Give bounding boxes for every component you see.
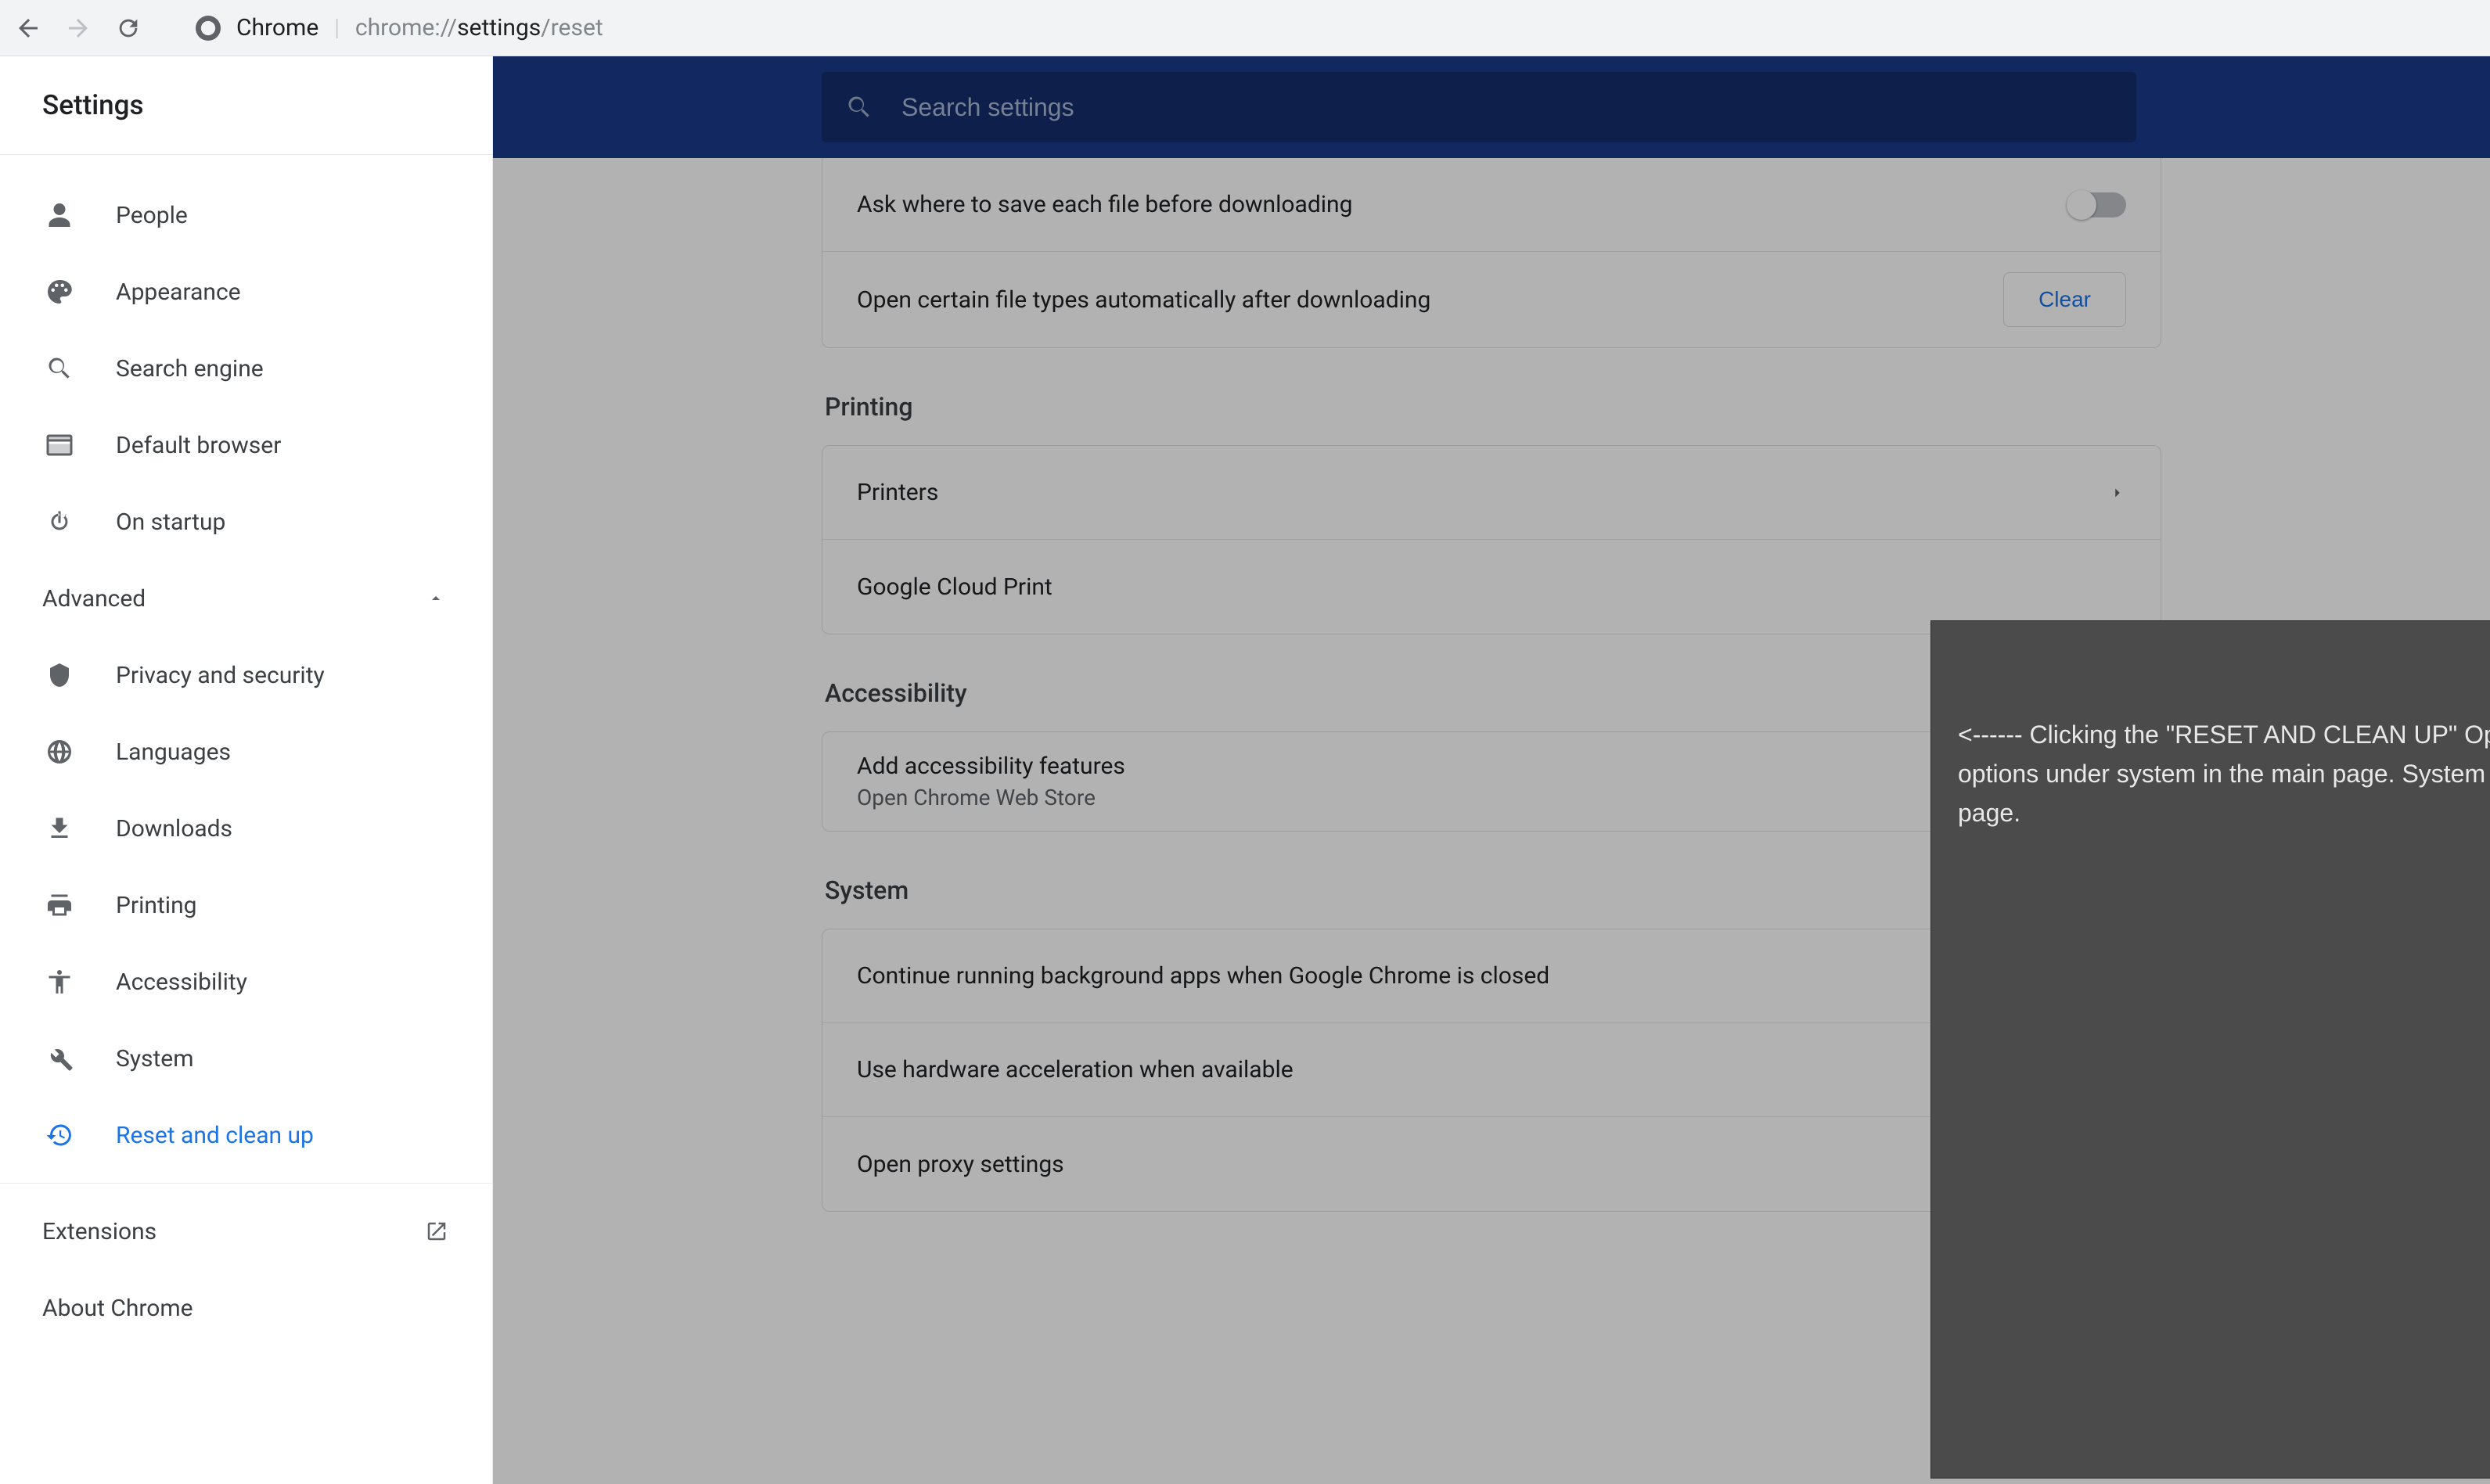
forward-button[interactable] [64, 14, 92, 42]
chevron-up-icon [426, 589, 445, 608]
shield-icon [42, 661, 77, 689]
sidebar-item-label: On startup [116, 508, 225, 536]
download-icon [42, 814, 77, 843]
sidebar-item-languages[interactable]: Languages [0, 713, 492, 790]
settings-sidebar: Settings People Appearance Search engine… [0, 56, 493, 1484]
downloads-card: Ask where to save each file before downl… [822, 158, 2161, 348]
sidebar-item-search-engine[interactable]: Search engine [0, 330, 492, 407]
annotation-text: <------ Clicking the "RESET AND CLEAN UP… [1958, 715, 2490, 832]
back-button[interactable] [14, 14, 42, 42]
site-label: Chrome [236, 14, 318, 41]
sidebar-item-label: Extensions [42, 1218, 157, 1245]
browser-icon [42, 431, 77, 459]
sidebar-item-label: Search engine [116, 355, 264, 383]
external-link-icon [425, 1220, 448, 1243]
sidebar-item-accessibility[interactable]: Accessibility [0, 943, 492, 1020]
person-icon [42, 201, 77, 229]
section-heading-printing: Printing [825, 392, 2161, 422]
toggle-switch[interactable] [2068, 192, 2126, 217]
row-label: Google Cloud Print [857, 573, 1052, 601]
reload-button[interactable] [114, 14, 142, 42]
row-ask-save-location[interactable]: Ask where to save each file before downl… [822, 158, 2161, 252]
sidebar-divider [0, 1183, 492, 1184]
url: chrome://settings/reset [355, 14, 603, 41]
sidebar-item-label: People [116, 202, 188, 229]
row-label: Open certain file types automatically af… [857, 286, 1430, 314]
chevron-right-icon [2109, 484, 2126, 501]
settings-header-bar [493, 56, 2490, 158]
sidebar-item-extensions[interactable]: Extensions [0, 1193, 492, 1270]
print-icon [42, 891, 77, 919]
search-settings-input[interactable] [901, 93, 2113, 122]
sidebar-item-label: Printing [116, 892, 196, 919]
search-icon [845, 93, 873, 121]
printing-card: Printers Google Cloud Print [822, 445, 2161, 634]
omnibox[interactable]: Chrome | chrome://settings/reset [196, 14, 603, 41]
sidebar-item-printing[interactable]: Printing [0, 867, 492, 943]
clear-button[interactable]: Clear [2003, 272, 2126, 327]
sidebar-advanced-section: Privacy and security Languages Downloads… [0, 637, 492, 1173]
row-google-cloud-print[interactable]: Google Cloud Print [822, 540, 2161, 634]
row-label: Continue running background apps when Go… [857, 962, 1549, 990]
sidebar-advanced-toggle[interactable]: Advanced [0, 560, 492, 637]
omnibox-separator: | [334, 14, 340, 41]
sidebar-item-label: About Chrome [42, 1295, 193, 1322]
sidebar-basic-section: People Appearance Search engine Default … [0, 155, 492, 560]
sidebar-item-default-browser[interactable]: Default browser [0, 407, 492, 483]
sidebar-item-label: Languages [116, 738, 231, 766]
row-printers[interactable]: Printers [822, 446, 2161, 540]
sidebar-item-downloads[interactable]: Downloads [0, 790, 492, 867]
browser-toolbar: Chrome | chrome://settings/reset [0, 0, 2490, 56]
row-sublabel: Open Chrome Web Store [857, 785, 1125, 810]
palette-icon [42, 278, 77, 306]
row-auto-open-types: Open certain file types automatically af… [822, 252, 2161, 347]
sidebar-item-appearance[interactable]: Appearance [0, 253, 492, 330]
accessibility-icon [42, 968, 77, 996]
row-label: Ask where to save each file before downl… [857, 191, 1352, 218]
sidebar-item-system[interactable]: System [0, 1020, 492, 1097]
sidebar-item-label: Default browser [116, 432, 281, 459]
sidebar-item-label: Privacy and security [116, 662, 325, 689]
sidebar-title: Settings [0, 56, 492, 155]
sidebar-advanced-label: Advanced [42, 585, 146, 613]
sidebar-item-reset[interactable]: Reset and clean up [0, 1097, 492, 1173]
sidebar-item-about[interactable]: About Chrome [0, 1270, 492, 1346]
search-settings-box[interactable] [822, 72, 2136, 142]
row-label: Printers [857, 479, 938, 506]
sidebar-item-label: System [116, 1045, 194, 1073]
annotation-overlay: <------ Clicking the "RESET AND CLEAN UP… [1931, 621, 2490, 1478]
sidebar-item-on-startup[interactable]: On startup [0, 483, 492, 560]
sidebar-item-label: Downloads [116, 815, 232, 843]
wrench-icon [42, 1044, 77, 1073]
row-label: Add accessibility features [857, 753, 1125, 780]
globe-icon [42, 738, 77, 766]
settings-content: Ask where to save each file before downl… [493, 56, 2490, 1484]
sidebar-item-label: Accessibility [116, 968, 247, 996]
power-icon [42, 508, 77, 536]
site-icon [196, 16, 221, 41]
search-icon [42, 354, 77, 383]
sidebar-item-privacy[interactable]: Privacy and security [0, 637, 492, 713]
sidebar-item-people[interactable]: People [0, 177, 492, 253]
row-label: Use hardware acceleration when available [857, 1056, 1294, 1083]
sidebar-item-label: Appearance [116, 278, 241, 306]
row-label: Open proxy settings [857, 1151, 1064, 1178]
sidebar-item-label: Reset and clean up [116, 1122, 314, 1149]
history-icon [42, 1121, 77, 1149]
